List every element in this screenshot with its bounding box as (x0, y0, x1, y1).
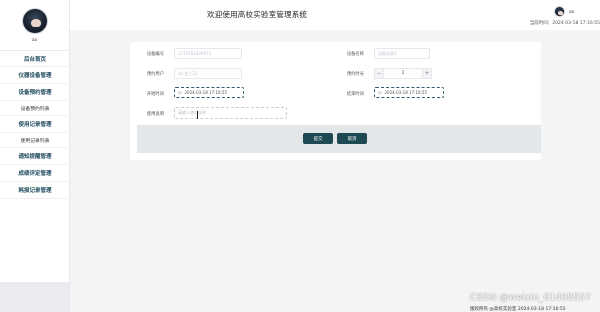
current-time: 当前时间：2024-03-18 17:16:55 (529, 21, 600, 26)
duration-value[interactable]: 2 (384, 68, 422, 79)
sidebar-item-wear[interactable]: 耗损记录管理 (0, 182, 70, 199)
sidebar-item-home[interactable]: 后台首页 (0, 50, 70, 67)
purpose-input[interactable]: 请输入使用说明 (174, 107, 287, 119)
header-avatar[interactable] (554, 6, 566, 17)
decrement-button[interactable]: − (374, 68, 384, 79)
sidebar-user: aa (0, 0, 69, 46)
footer-text: 版权所有 @高校实验室 2024-03-18 17:16:55 (470, 307, 566, 312)
sidebar-item-booking[interactable]: 设备预约管理 (0, 84, 70, 101)
start-time-value: 2024-03-18 17:16:55 (184, 90, 227, 95)
sidebar-item-usage[interactable]: 使用记录管理 (0, 116, 70, 133)
sidebar-item-booking-list[interactable]: 设备预约列表 (0, 101, 70, 116)
start-time-picker[interactable]: ◷ 2024-03-18 17:16:55 (174, 87, 244, 98)
device-id-field[interactable]: 1710761826673 (174, 48, 242, 59)
duration-label: 预约时长 (346, 72, 364, 77)
purpose-placeholder: 请输入使用说明 (178, 110, 206, 115)
duration-stepper[interactable]: − 2 + (374, 68, 432, 79)
user-label: 预约用户 (146, 72, 164, 77)
increment-button[interactable]: + (422, 68, 432, 79)
user-value: aa 张三33 (178, 70, 198, 76)
sidebar-username: aa (32, 37, 37, 42)
device-id-value: 1710761826673 (178, 51, 212, 56)
header-user[interactable]: aa (554, 6, 574, 17)
header-username: aa (569, 9, 574, 14)
cancel-button[interactable]: 取消 (337, 133, 367, 144)
sidebar-item-usage-list[interactable]: 使用记录列表 (0, 133, 70, 148)
device-id-label: 设备编号 (146, 52, 164, 57)
sidebar-item-grades[interactable]: 成绩评定管理 (0, 165, 70, 182)
sidebar-footer (0, 282, 70, 312)
end-time-picker[interactable]: ◷ 2024-03-18 17:16:55 (374, 87, 444, 98)
device-name-value: 设备名称5 (378, 50, 397, 56)
top-header: 欢迎使用高校实验室管理系统 aa 当前时间：2024-03-18 17:16:5… (70, 0, 600, 30)
avatar[interactable] (21, 8, 48, 34)
purpose-label: 使用说明 (146, 112, 164, 117)
start-time-label: 开始时间 (146, 92, 164, 97)
device-name-field[interactable]: 设备名称5 (374, 48, 430, 59)
calendar-icon: ◷ (378, 90, 382, 95)
device-name-label: 设备名称 (346, 52, 364, 57)
sidebar-item-equipment[interactable]: 仪器设备管理 (0, 67, 70, 84)
sidebar-nav: 后台首页 仪器设备管理 设备预约管理 设备预约列表 使用记录管理 使用记录列表 … (0, 50, 70, 199)
sidebar-item-notices[interactable]: 通知提醒管理 (0, 148, 70, 165)
end-time-label: 结束时间 (346, 92, 364, 97)
text-cursor (197, 111, 198, 119)
page-title: 欢迎使用高校实验室管理系统 (207, 10, 308, 19)
end-time-value: 2024-03-18 17:16:55 (384, 90, 427, 95)
submit-button[interactable]: 提交 (303, 133, 333, 144)
user-field[interactable]: aa 张三33 (174, 68, 242, 79)
sidebar: aa 后台首页 仪器设备管理 设备预约管理 设备预约列表 使用记录管理 使用记录… (0, 0, 70, 312)
calendar-icon: ◷ (178, 90, 182, 95)
watermark: CSDN @weixin_61498557 (470, 293, 591, 303)
